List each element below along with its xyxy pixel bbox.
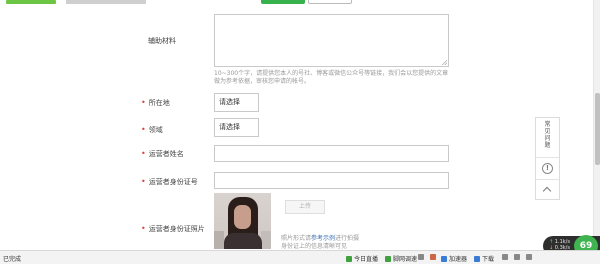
live-icon	[346, 256, 352, 262]
status-item-label: 加速器	[449, 256, 468, 263]
status-text: 已完成	[3, 256, 22, 263]
supplementary-hint: 10~300个字，请提供您本人的号社、博客或微信公众号等链接，我们会以您提供的文…	[214, 70, 449, 85]
id-photo-example	[214, 193, 271, 249]
required-mark: •	[141, 177, 146, 186]
operator-name-label-text: 运营者姓名	[148, 150, 184, 158]
location-select[interactable]: 请选择	[214, 93, 259, 112]
status-icon-button[interactable]	[502, 254, 510, 261]
top-header-strip	[0, 0, 600, 6]
tool-icon	[526, 254, 532, 260]
photo-face	[234, 205, 251, 229]
photo-hint-prefix: 照片形式请	[281, 235, 312, 242]
faq-char: 问	[544, 135, 551, 142]
faq-button[interactable]: 常 见 问 题	[536, 118, 559, 158]
status-item-label: 今日直播	[354, 256, 379, 263]
sample-link[interactable]: 参考示例	[311, 235, 335, 242]
resize-handle-icon[interactable]	[442, 60, 447, 65]
required-mark: •	[141, 149, 146, 158]
operator-photo-label: • 运营者身份证照片	[141, 224, 205, 234]
status-item-label: 下载	[482, 256, 495, 263]
location-label-text: 所在地	[148, 99, 170, 107]
download-icon	[474, 256, 480, 262]
field-label-text: 领域	[148, 126, 163, 134]
floating-help-bar: 常 见 问 题 !	[535, 117, 560, 200]
operator-id-label-text: 运营者身份证号	[148, 178, 198, 186]
header-title-placeholder	[66, 0, 146, 4]
faq-char: 见	[544, 128, 551, 135]
brand-logo	[6, 0, 56, 4]
status-icon-button[interactable]	[430, 254, 438, 261]
accelerator-icon	[441, 256, 447, 262]
operator-id-label: • 运营者身份证号	[141, 177, 198, 187]
operator-id-input[interactable]	[214, 172, 449, 189]
header-secondary-button[interactable]	[308, 0, 352, 4]
status-icon-button[interactable]	[526, 254, 534, 261]
faq-char: 题	[544, 142, 551, 149]
tool-icon	[514, 254, 520, 260]
operator-name-input[interactable]	[214, 145, 449, 162]
status-icon-button[interactable]	[514, 254, 522, 261]
status-accelerator-button[interactable]: 加速器	[441, 254, 467, 263]
tool-icon	[502, 254, 508, 260]
status-item-label: 脚网调速	[393, 256, 418, 263]
status-icon-button[interactable]	[418, 254, 426, 261]
browser-status-bar: 已完成 今日直播 脚网调速 加速器 下载	[0, 250, 600, 264]
photo-hint: 照片形式请参考示例进行拍摄 身份证上的信息清晰可见	[281, 235, 381, 251]
speedup-icon	[385, 256, 391, 262]
status-speedup-button[interactable]: 脚网调速	[385, 254, 417, 263]
header-primary-button[interactable]	[261, 0, 305, 4]
required-mark: •	[141, 98, 146, 107]
supplementary-textarea[interactable]	[214, 14, 449, 67]
back-to-top-button[interactable]	[536, 180, 559, 200]
faq-char: 常	[544, 121, 551, 128]
required-mark: •	[141, 224, 146, 233]
photo-pixel-block	[214, 231, 224, 249]
operator-photo-label-text: 运营者身份证照片	[148, 225, 205, 233]
operator-name-label: • 运营者姓名	[141, 149, 184, 159]
page-scrollbar[interactable]	[593, 0, 600, 250]
scrollbar-thumb[interactable]	[595, 93, 600, 165]
page: 辅助材料 10~300个字，请提供您本人的号社、博客或微信公众号等链接，我们会以…	[0, 0, 600, 264]
status-download-button[interactable]: 下载	[474, 254, 494, 263]
tool-icon	[418, 254, 424, 260]
feedback-button[interactable]: !	[536, 158, 559, 180]
photo-hint-line1: 照片形式请参考示例进行拍摄	[281, 235, 381, 243]
field-select[interactable]: 请选择	[214, 118, 259, 137]
exclamation-icon: !	[542, 163, 553, 174]
tool-icon	[430, 254, 436, 260]
status-live-button[interactable]: 今日直播	[346, 254, 378, 263]
supplementary-label: 辅助材料	[148, 37, 176, 45]
photo-pixel-block	[261, 231, 271, 249]
required-mark: •	[141, 125, 146, 134]
photo-hint-suffix: 进行拍摄	[335, 235, 360, 242]
upload-button[interactable]: 上传	[285, 200, 325, 214]
chevron-up-icon	[542, 186, 552, 196]
field-label: • 领域	[141, 125, 163, 135]
photo-shirt	[224, 233, 262, 249]
location-label: • 所在地	[141, 98, 170, 108]
